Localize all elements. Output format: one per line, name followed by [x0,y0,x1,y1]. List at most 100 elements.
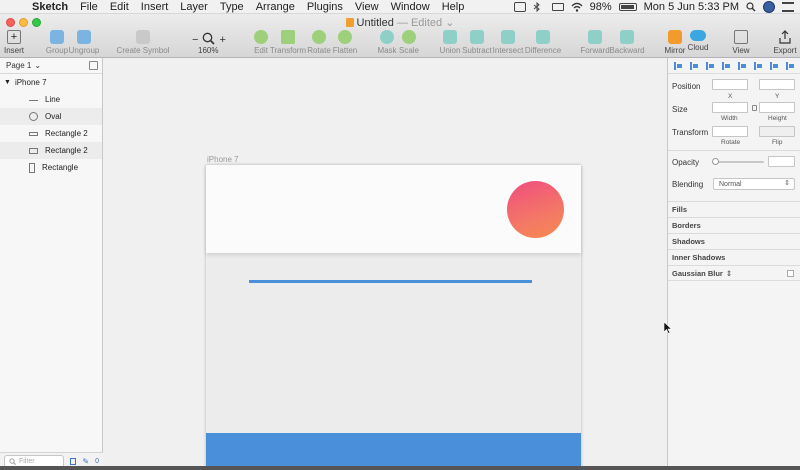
create-symbol-button[interactable]: Create Symbol [117,30,169,55]
align-right-icon[interactable] [738,61,746,70]
flatten-icon [338,30,352,44]
align-top-icon[interactable] [754,61,762,70]
shadows-section[interactable]: Shadows [668,233,800,249]
window-toolbar: Untitled — Edited ⌄ + Insert Group Ungro… [0,14,800,58]
layer-item-rectangle-2b[interactable]: Rectangle 2 [0,142,102,159]
lock-proportions-icon[interactable] [752,105,757,111]
blur-type-chevron-icon[interactable]: ⇕ [726,269,732,278]
transform-icon [281,30,295,44]
gradient-oval[interactable] [507,181,564,238]
gaussian-blur-section[interactable]: Gaussian Blur ⇕ [668,265,800,281]
rotate-field[interactable] [712,126,748,137]
menu-view[interactable]: View [349,1,385,13]
flip-buttons[interactable] [759,126,795,137]
position-row: Position X Y [668,74,800,100]
align-bottom-icon[interactable] [786,61,794,70]
transform-label: Transform [672,127,709,137]
wifi-icon[interactable] [571,2,583,12]
header-rectangle[interactable] [206,165,581,253]
height-field[interactable] [759,102,795,113]
artboard-row[interactable]: ▼ iPhone 7 [0,74,102,91]
footer-rectangle[interactable] [206,433,581,466]
borders-section[interactable]: Borders [668,217,800,233]
ungroup-button[interactable]: Ungroup [62,30,106,55]
notification-center-icon[interactable] [782,2,794,12]
rotate-label: Rotate [721,139,741,146]
export-button[interactable]: Export [763,30,800,55]
document-title[interactable]: Untitled — Edited ⌄ [0,16,800,29]
gaussian-blur-checkbox[interactable] [787,270,794,277]
layer-item-line[interactable]: Line [0,91,102,108]
toggle-pages-icon[interactable] [89,61,98,70]
menu-file[interactable]: File [74,1,104,13]
disclosure-triangle-icon[interactable]: ▼ [4,79,11,86]
spotlight-search-icon[interactable] [746,2,756,12]
rectangle-layer-icon [29,162,35,173]
opacity-slider-track[interactable] [714,161,764,163]
distribute-horizontal-icon[interactable] [674,61,682,70]
width-field[interactable] [712,102,748,113]
document-icon [345,18,354,27]
artboard-iphone-7[interactable] [206,165,581,466]
user-avatar-icon[interactable] [763,1,775,13]
menu-layer[interactable]: Layer [174,1,214,13]
y-field[interactable] [759,79,795,90]
artboard-name: iPhone 7 [14,78,47,87]
distribute-vertical-icon[interactable] [690,61,698,70]
rectangle-layer-icon [29,147,38,154]
scale-button[interactable]: Scale [387,30,431,55]
menu-plugins[interactable]: Plugins [301,1,349,13]
canvas[interactable]: iPhone 7 [103,58,667,466]
menu-insert[interactable]: Insert [135,1,175,13]
difference-button[interactable]: Difference [521,30,565,55]
bluetooth-icon[interactable] [533,1,545,13]
layer-item-oval[interactable]: Oval [0,108,102,125]
zoom-out-button[interactable]: − [192,34,198,46]
insert-button[interactable]: + Insert [0,30,36,55]
layer-item-rectangle-2[interactable]: Rectangle 2 [0,125,102,142]
menu-edit[interactable]: Edit [104,1,135,13]
align-middle-icon[interactable] [770,61,778,70]
title-chevron-icon: ⌄ [445,17,455,29]
menu-window[interactable]: Window [385,1,436,13]
notification-icon[interactable] [513,2,526,12]
align-left-icon[interactable] [706,61,714,70]
menu-arrange[interactable]: Arrange [250,1,301,13]
menubar-clock[interactable]: Mon 5 Jun 5:33 PM [644,1,739,13]
opacity-field[interactable] [768,156,795,167]
layer-item-rectangle[interactable]: Rectangle [0,159,102,176]
rectangle-layer-icon [29,131,38,136]
blending-select[interactable]: Normal ⇕ [713,178,795,190]
align-center-icon[interactable] [722,61,730,70]
document-name: Untitled [356,17,394,29]
subtract-icon [470,30,484,44]
alignment-toolbar [668,58,800,74]
artboard-title[interactable]: iPhone 7 [207,155,239,164]
airplay-icon[interactable] [551,3,564,11]
menu-type[interactable]: Type [214,1,250,13]
menu-app-name[interactable]: Sketch [26,1,74,13]
dock-edge [0,466,800,470]
battery-percent: 98% [589,1,612,13]
view-button[interactable]: View [719,30,763,55]
battery-icon[interactable] [618,3,637,11]
menubar-status-area: 98% Mon 5 Jun 5:33 PM [513,0,794,14]
zoom-in-button[interactable]: + [219,34,225,46]
page-name: Page 1 [6,61,32,70]
oval-layer-icon [29,112,38,121]
backward-button[interactable]: Backward [605,30,649,55]
ungroup-icon [77,30,91,44]
select-chevron-icon: ⇕ [784,180,790,187]
inner-shadows-section[interactable]: Inner Shadows [668,249,800,265]
slices-filter-icon[interactable]: ✎ [82,457,89,466]
flatten-button[interactable]: Flatten [323,30,367,55]
symbols-filter-icon[interactable] [69,458,77,465]
bring-forward-icon [588,30,602,44]
opacity-slider-knob[interactable] [712,158,719,165]
menu-help[interactable]: Help [436,1,471,13]
cloud-button[interactable]: Cloud [676,30,720,52]
page-selector[interactable]: Page 1 ⌄ [0,58,102,74]
x-field[interactable] [712,79,748,90]
fills-section[interactable]: Fills [668,201,800,217]
blue-line[interactable] [249,280,532,283]
